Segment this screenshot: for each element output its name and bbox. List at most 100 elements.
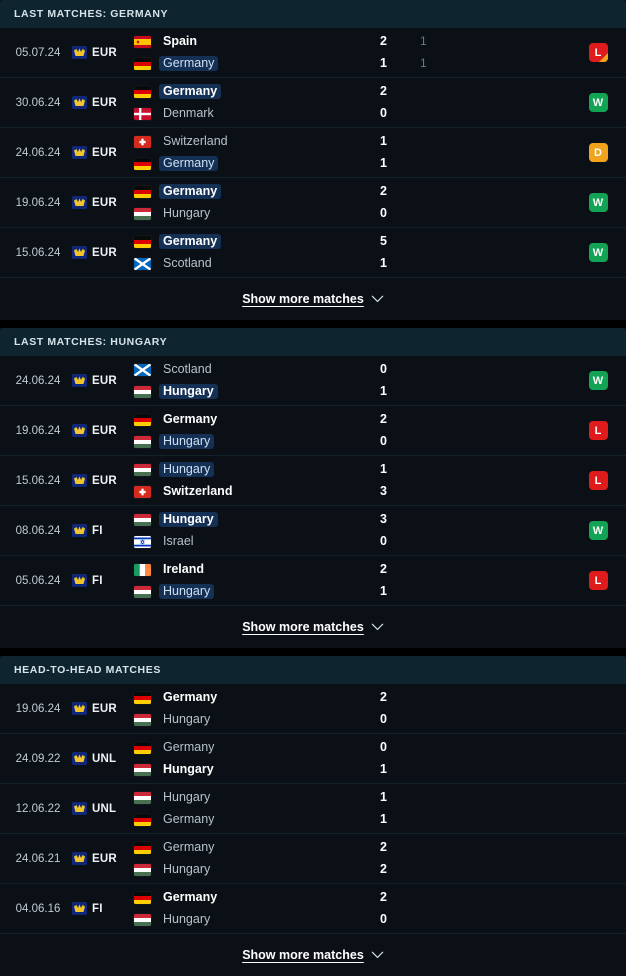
competition[interactable]: EUR <box>72 228 134 277</box>
competition-code: EUR <box>92 146 117 159</box>
competition[interactable]: UNL <box>72 784 134 833</box>
competition[interactable]: FI <box>72 506 134 555</box>
flag-icon-hu <box>134 207 151 220</box>
match-row[interactable]: 05.07.24 EUR Spain Germany 2 1 1 1 L <box>0 28 626 78</box>
competition[interactable]: EUR <box>72 28 134 77</box>
team-name-home: Germany <box>163 740 215 754</box>
match-row[interactable]: 30.06.24 EUR Germany Denmark 2 0 W <box>0 78 626 128</box>
match-row[interactable]: 19.06.24 EUR Germany Hungary 2 0 L <box>0 406 626 456</box>
show-more-matches-button[interactable]: Show more matches <box>0 934 626 976</box>
team-line-home[interactable]: Hungary <box>134 512 380 527</box>
team-line-away[interactable]: Germany <box>134 56 380 71</box>
match-row[interactable]: 05.06.24 FI Ireland Hungary 2 1 L <box>0 556 626 606</box>
competition[interactable]: EUR <box>72 178 134 227</box>
result-column <box>570 684 626 733</box>
secondary-score-column <box>420 734 570 783</box>
team-line-home[interactable]: Germany <box>134 412 380 427</box>
team-line-away[interactable]: Hungary <box>134 912 380 927</box>
team-line-away[interactable]: Germany <box>134 812 380 827</box>
match-row[interactable]: 08.06.24 FI Hungary Israel 3 0 W <box>0 506 626 556</box>
team-line-home[interactable]: Germany <box>134 84 380 99</box>
match-row[interactable]: 04.06.16 FI Germany Hungary 2 0 <box>0 884 626 934</box>
flag-icon-ch <box>134 485 151 498</box>
secondary-score-column <box>420 228 570 277</box>
team-line-away[interactable]: Germany <box>134 156 380 171</box>
match-date: 19.06.24 <box>15 196 61 209</box>
competition[interactable]: EUR <box>72 128 134 177</box>
team-line-home[interactable]: Spain <box>134 34 380 49</box>
match-list: 19.06.24 EUR Germany Hungary 2 0 24.09.22 UNL Ge… <box>0 684 626 934</box>
team-line-home[interactable]: Germany <box>134 840 380 855</box>
secondary-score-home <box>420 890 570 905</box>
team-line-home[interactable]: Ireland <box>134 562 380 577</box>
secondary-score-column <box>420 78 570 127</box>
match-row[interactable]: 15.06.24 EUR Hungary Switzerland 1 3 L <box>0 456 626 506</box>
team-line-home[interactable]: Germany <box>134 234 380 249</box>
team-name-away: Germany <box>159 56 219 71</box>
match-row[interactable]: 24.06.24 EUR Scotland Hungary 0 1 W <box>0 356 626 406</box>
match-row[interactable]: 12.06.22 UNL Hungary Germany 1 1 <box>0 784 626 834</box>
secondary-score-away <box>420 862 570 877</box>
competition[interactable]: EUR <box>72 684 134 733</box>
match-date: 04.06.16 <box>15 902 61 915</box>
team-line-home[interactable]: Hungary <box>134 790 380 805</box>
team-line-home[interactable]: Germany <box>134 184 380 199</box>
team-line-home[interactable]: Germany <box>134 890 380 905</box>
competition[interactable]: EUR <box>72 834 134 883</box>
secondary-score-away <box>420 812 570 827</box>
team-line-away[interactable]: Hungary <box>134 762 380 777</box>
score-home: 1 <box>380 790 387 804</box>
section-gap <box>0 648 626 656</box>
secondary-score-away <box>420 584 570 599</box>
match-row[interactable]: 19.06.24 EUR Germany Hungary 2 0 <box>0 684 626 734</box>
show-more-label: Show more matches <box>242 292 364 306</box>
score-home: 2 <box>380 184 387 198</box>
section-gap <box>0 320 626 328</box>
match-date: 19.06.24 <box>15 424 61 437</box>
teams: Scotland Hungary <box>134 356 380 405</box>
competition[interactable]: UNL <box>72 734 134 783</box>
competition[interactable]: EUR <box>72 356 134 405</box>
competition[interactable]: EUR <box>72 406 134 455</box>
competition[interactable]: EUR <box>72 456 134 505</box>
competition[interactable]: FI <box>72 884 134 933</box>
score-column: 20 <box>380 178 420 227</box>
show-more-matches-button[interactable]: Show more matches <box>0 278 626 320</box>
team-line-home[interactable]: Switzerland <box>134 134 380 149</box>
team-line-home[interactable]: Germany <box>134 740 380 755</box>
secondary-score-away <box>420 912 570 927</box>
uefa-euro-icon <box>72 424 87 437</box>
team-line-away[interactable]: Denmark <box>134 106 380 121</box>
competition-code: EUR <box>92 474 117 487</box>
team-line-away[interactable]: Scotland <box>134 256 380 271</box>
team-line-away[interactable]: Hungary <box>134 434 380 449</box>
team-line-away[interactable]: Hungary <box>134 206 380 221</box>
secondary-score-home <box>420 234 570 249</box>
team-line-home[interactable]: Germany <box>134 690 380 705</box>
match-row[interactable]: 24.06.21 EUR Germany Hungary 2 2 <box>0 834 626 884</box>
competition[interactable]: EUR <box>72 78 134 127</box>
show-more-matches-button[interactable]: Show more matches <box>0 606 626 648</box>
result-column <box>570 834 626 883</box>
match-row[interactable]: 19.06.24 EUR Germany Hungary 2 0 W <box>0 178 626 228</box>
team-line-away[interactable]: Hungary <box>134 862 380 877</box>
flag-icon-de <box>134 185 151 198</box>
team-line-home[interactable]: Scotland <box>134 362 380 377</box>
score-column: 01 <box>380 356 420 405</box>
team-line-away[interactable]: Israel <box>134 534 380 549</box>
competition[interactable]: FI <box>72 556 134 605</box>
team-line-away[interactable]: Hungary <box>134 384 380 399</box>
result-badge-win: W <box>588 371 608 390</box>
team-line-home[interactable]: Hungary <box>134 462 380 477</box>
flag-icon-de <box>134 813 151 826</box>
match-row[interactable]: 24.06.24 EUR Switzerland Germany 1 1 D <box>0 128 626 178</box>
competition-code: EUR <box>92 246 117 259</box>
team-line-away[interactable]: Hungary <box>134 712 380 727</box>
team-line-away[interactable]: Hungary <box>134 584 380 599</box>
team-line-away[interactable]: Switzerland <box>134 484 380 499</box>
score-home: 5 <box>380 234 387 248</box>
match-row[interactable]: 15.06.24 EUR Germany Scotland 5 1 W <box>0 228 626 278</box>
match-row[interactable]: 24.09.22 UNL Germany Hungary 0 1 <box>0 734 626 784</box>
result-badge-loss: L <box>588 571 608 590</box>
team-name-away: Hungary <box>163 712 211 726</box>
